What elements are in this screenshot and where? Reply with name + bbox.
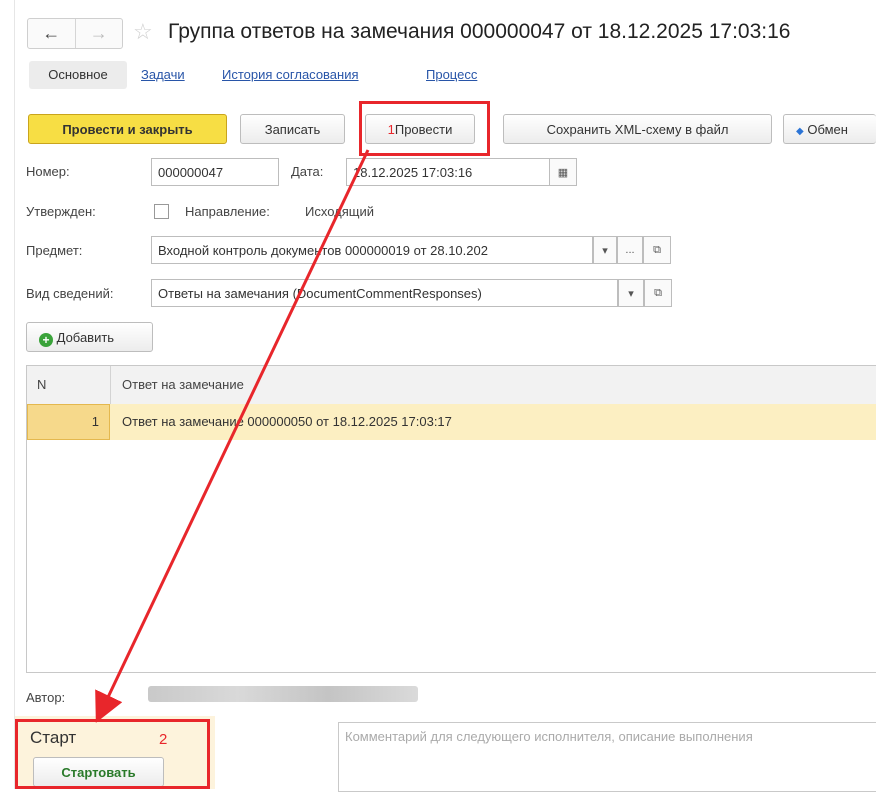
annotation-arrow [95, 149, 370, 723]
annotation-arrow-line [95, 149, 370, 723]
